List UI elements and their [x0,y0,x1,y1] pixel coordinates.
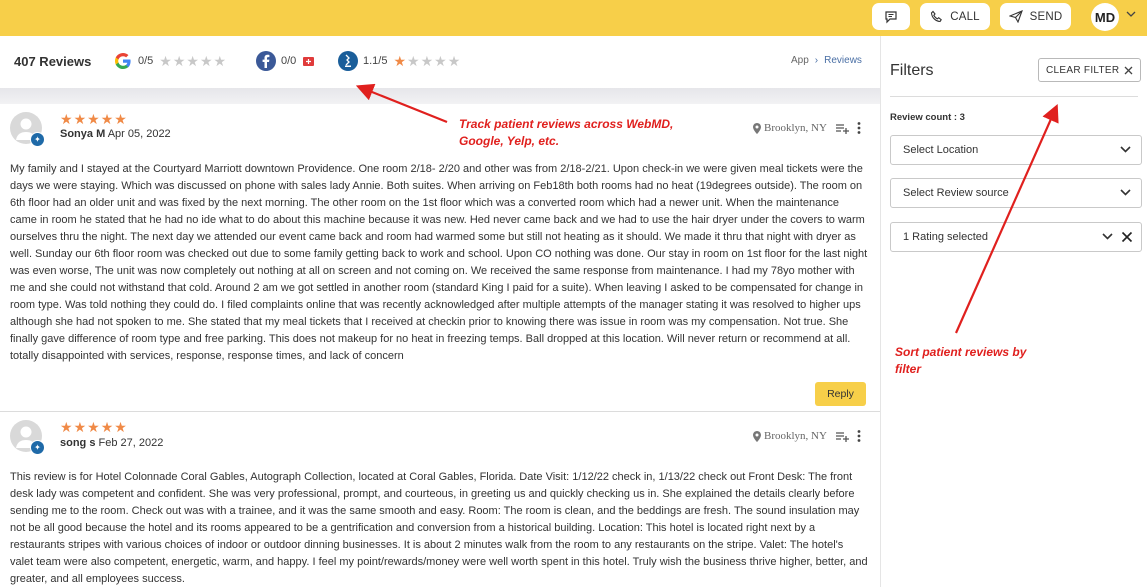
bbb-score: 1.1/5 [363,55,388,67]
send-icon [1008,10,1023,23]
google-icon [115,53,131,69]
chevron-down-icon [1120,189,1131,196]
send-button[interactable]: SEND [1000,3,1071,30]
star-icon: ★ [407,53,420,69]
review-date: Apr 05, 2022 [107,128,171,140]
section-divider [0,88,880,104]
rating-select[interactable]: 1 Rating selected [890,222,1142,252]
add-to-list-icon[interactable] [836,123,850,134]
breadcrumb: App › Reviews [791,55,862,66]
rating-select-label: 1 Rating selected [903,231,988,243]
message-button[interactable] [872,3,910,30]
source-facebook[interactable]: 0/0 [256,51,315,71]
review-location: Brooklyn, NY [753,122,827,134]
reviewer-info: Sonya M Apr 05, 2022 [60,128,171,140]
bbb-stars: ★ ★ ★ ★ ★ [393,54,461,68]
review-actions [836,122,861,134]
reviewer-name: Sonya M [60,128,106,140]
star-icon: ★ [60,111,73,127]
review-card: ✦ ★ ★ ★ ★ ★ Sonya M Apr 05, 2022 Brooklyn, N… [0,104,880,411]
source-badge-icon: ✦ [30,132,45,147]
star-icon: ★ [393,53,407,69]
location-pin-icon [753,122,761,134]
review-text: My family and I stayed at the Courtyard … [10,163,868,362]
phone-icon [931,10,943,23]
filters-divider [890,96,1138,97]
source-bbb[interactable]: 1.1/5 ★ ★ ★ ★ ★ [338,51,461,71]
star-icon: ★ [100,111,114,127]
star-icon: ★ [186,53,199,69]
add-to-list-icon[interactable] [836,431,850,442]
source-badge-icon: ✦ [30,440,45,455]
clear-filter-button[interactable]: CLEAR FILTER [1038,58,1141,82]
facebook-icon [256,51,276,71]
reply-button[interactable]: Reply [815,382,866,406]
review-stars: ★ ★ ★ ★ ★ [60,420,128,434]
chevron-down-icon[interactable] [1102,232,1113,240]
reviewer-name: song s [60,437,96,449]
clear-rating-icon[interactable] [1121,231,1133,243]
location-select-label: Select Location [903,144,979,156]
google-stars: ★ ★ ★ ★ ★ [159,54,227,68]
location-pin-icon [753,430,761,442]
top-bar: CALL SEND MD [0,0,1147,36]
review-stars: ★ ★ ★ ★ ★ [60,112,128,126]
review-count: Review count : 3 [890,112,965,123]
bbb-icon [338,51,358,71]
star-icon: ★ [114,111,127,127]
breadcrumb-app[interactable]: App [791,55,809,66]
review-source-select[interactable]: Select Review source [890,178,1142,208]
flag-icon [303,56,315,66]
star-icon: ★ [73,419,87,435]
call-button[interactable]: CALL [920,3,990,30]
source-google[interactable]: 0/5 ★ ★ ★ ★ ★ [113,51,227,71]
star-icon: ★ [447,53,461,69]
total-reviews: 407 Reviews [14,54,92,69]
review-text: This review is for Hotel Colonnade Coral… [10,471,868,585]
review-card: ✦ ★ ★ ★ ★ ★ song s Feb 27, 2022 Brooklyn, NY… [0,412,880,587]
chevron-right-icon: › [814,55,819,66]
location-select[interactable]: Select Location [890,135,1142,165]
star-icon: ★ [172,53,186,69]
location-text: Brooklyn, NY [764,430,827,442]
filters-panel: Filters CLEAR FILTER Review count : 3 Se… [880,36,1147,587]
star-icon: ★ [114,419,127,435]
review-actions [836,430,861,442]
close-icon [1124,66,1133,74]
chevron-down-icon[interactable] [1126,10,1136,18]
chevron-down-icon [1120,146,1131,153]
more-vertical-icon[interactable] [857,122,861,134]
star-icon: ★ [434,53,447,69]
breadcrumb-reviews[interactable]: Reviews [824,55,862,66]
annotation-sort: Sort patient reviews by filter [895,345,1027,376]
user-avatar[interactable]: MD [1091,3,1119,31]
call-label: CALL [950,10,980,23]
more-vertical-icon[interactable] [857,430,861,442]
review-location: Brooklyn, NY [753,430,827,442]
annotation-track: Track patient reviews across WebMD, Goog… [459,117,674,148]
reviewer-info: song s Feb 27, 2022 [60,437,163,449]
location-text: Brooklyn, NY [764,122,827,134]
star-icon: ★ [159,53,172,69]
star-icon: ★ [87,419,100,435]
review-date: Feb 27, 2022 [98,437,164,449]
filters-title: Filters [890,62,934,79]
star-icon: ★ [60,419,73,435]
facebook-score: 0/0 [281,55,297,67]
send-label: SEND [1029,10,1063,23]
star-icon: ★ [213,53,227,69]
star-icon: ★ [420,53,434,69]
message-icon [885,10,897,23]
star-icon: ★ [87,111,100,127]
clear-filter-label: CLEAR FILTER [1046,64,1120,76]
google-score: 0/5 [138,55,154,67]
star-icon: ★ [100,419,114,435]
star-icon: ★ [73,111,87,127]
review-summary-bar: 407 Reviews 0/5 ★ ★ ★ ★ ★ 0/0 1.1/5 ★ ★ … [0,36,880,88]
review-source-label: Select Review source [903,187,1009,199]
star-icon: ★ [199,53,213,69]
